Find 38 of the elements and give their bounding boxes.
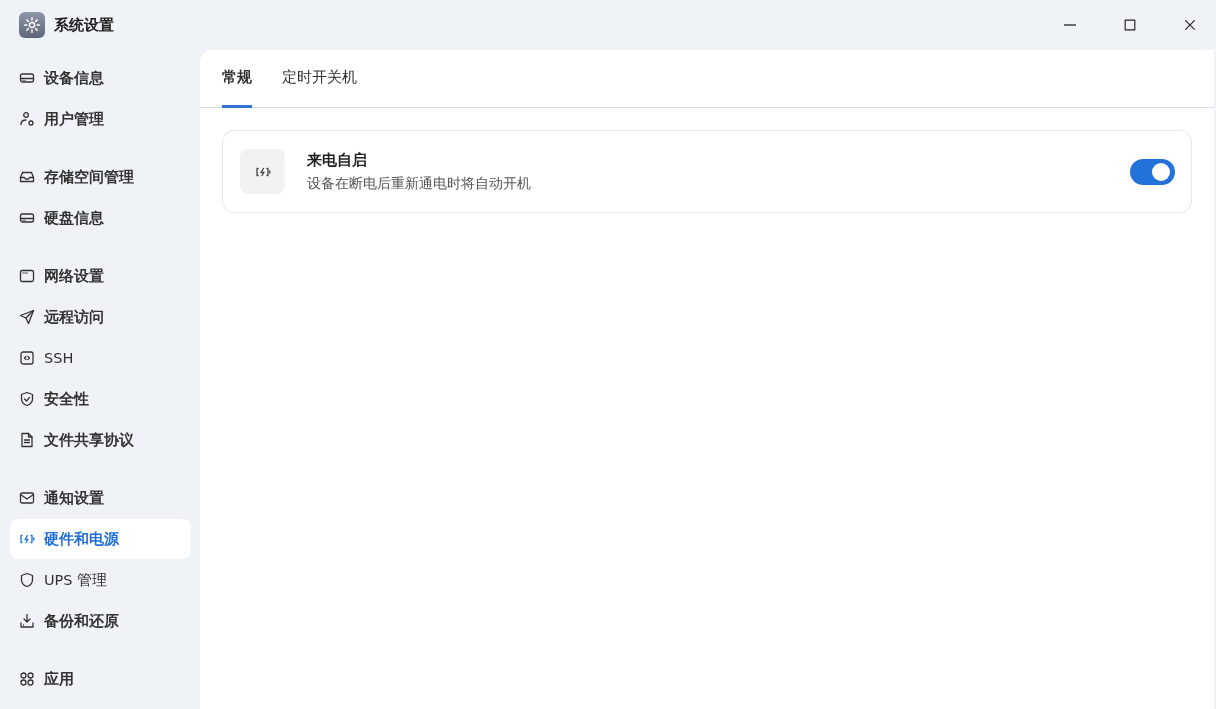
apps-icon (19, 671, 35, 687)
toggle-switch[interactable] (1130, 158, 1175, 185)
tab[interactable]: 定时开关机 (282, 50, 357, 108)
minimize-icon (1062, 24, 1077, 26)
sidebar-item[interactable]: 备份和还原 (10, 601, 191, 641)
send-icon (19, 309, 35, 325)
sidebar-item[interactable]: 通知设置 (10, 478, 191, 518)
document-icon (19, 432, 35, 448)
inbox-icon (19, 169, 35, 185)
close-icon (1182, 18, 1197, 32)
sidebar-item[interactable]: SSH (10, 338, 191, 378)
download-icon (19, 613, 35, 629)
setting-description: 设备在断电后重新通电时将自动开机 (307, 174, 532, 193)
sidebar-item[interactable]: 远程访问 (10, 297, 191, 337)
user-gear-icon (19, 111, 35, 127)
app-logo-icon (19, 12, 45, 38)
sidebar-item[interactable]: 设备信息 (10, 58, 191, 98)
mail-icon (19, 490, 35, 506)
tab[interactable]: 常规 (222, 50, 252, 108)
sidebar-item[interactable]: 安全性 (10, 379, 191, 419)
browser-icon (19, 268, 35, 284)
sidebar-item[interactable]: 存储空间管理 (10, 157, 191, 197)
sidebar-item[interactable]: 应用 (10, 659, 191, 699)
window-title: 系统设置 (54, 15, 115, 35)
drive-icon (19, 70, 35, 86)
maximize-icon (1122, 18, 1137, 32)
shield-check-icon (19, 391, 35, 407)
sidebar-item[interactable]: 文件共享协议 (10, 420, 191, 460)
sidebar-item[interactable]: 用户管理 (10, 99, 191, 139)
code-icon (19, 350, 35, 366)
sidebar-item[interactable]: 网络设置 (10, 256, 191, 296)
sidebar-item[interactable]: 硬件和电源 (10, 519, 191, 559)
setting-title: 来电自启 (307, 150, 368, 170)
drive-icon (19, 210, 35, 226)
shield-icon (19, 572, 35, 588)
power-plug-icon (240, 149, 285, 194)
sidebar-item[interactable]: UPS 管理 (10, 560, 191, 600)
sidebar-item[interactable]: 硬盘信息 (10, 198, 191, 238)
